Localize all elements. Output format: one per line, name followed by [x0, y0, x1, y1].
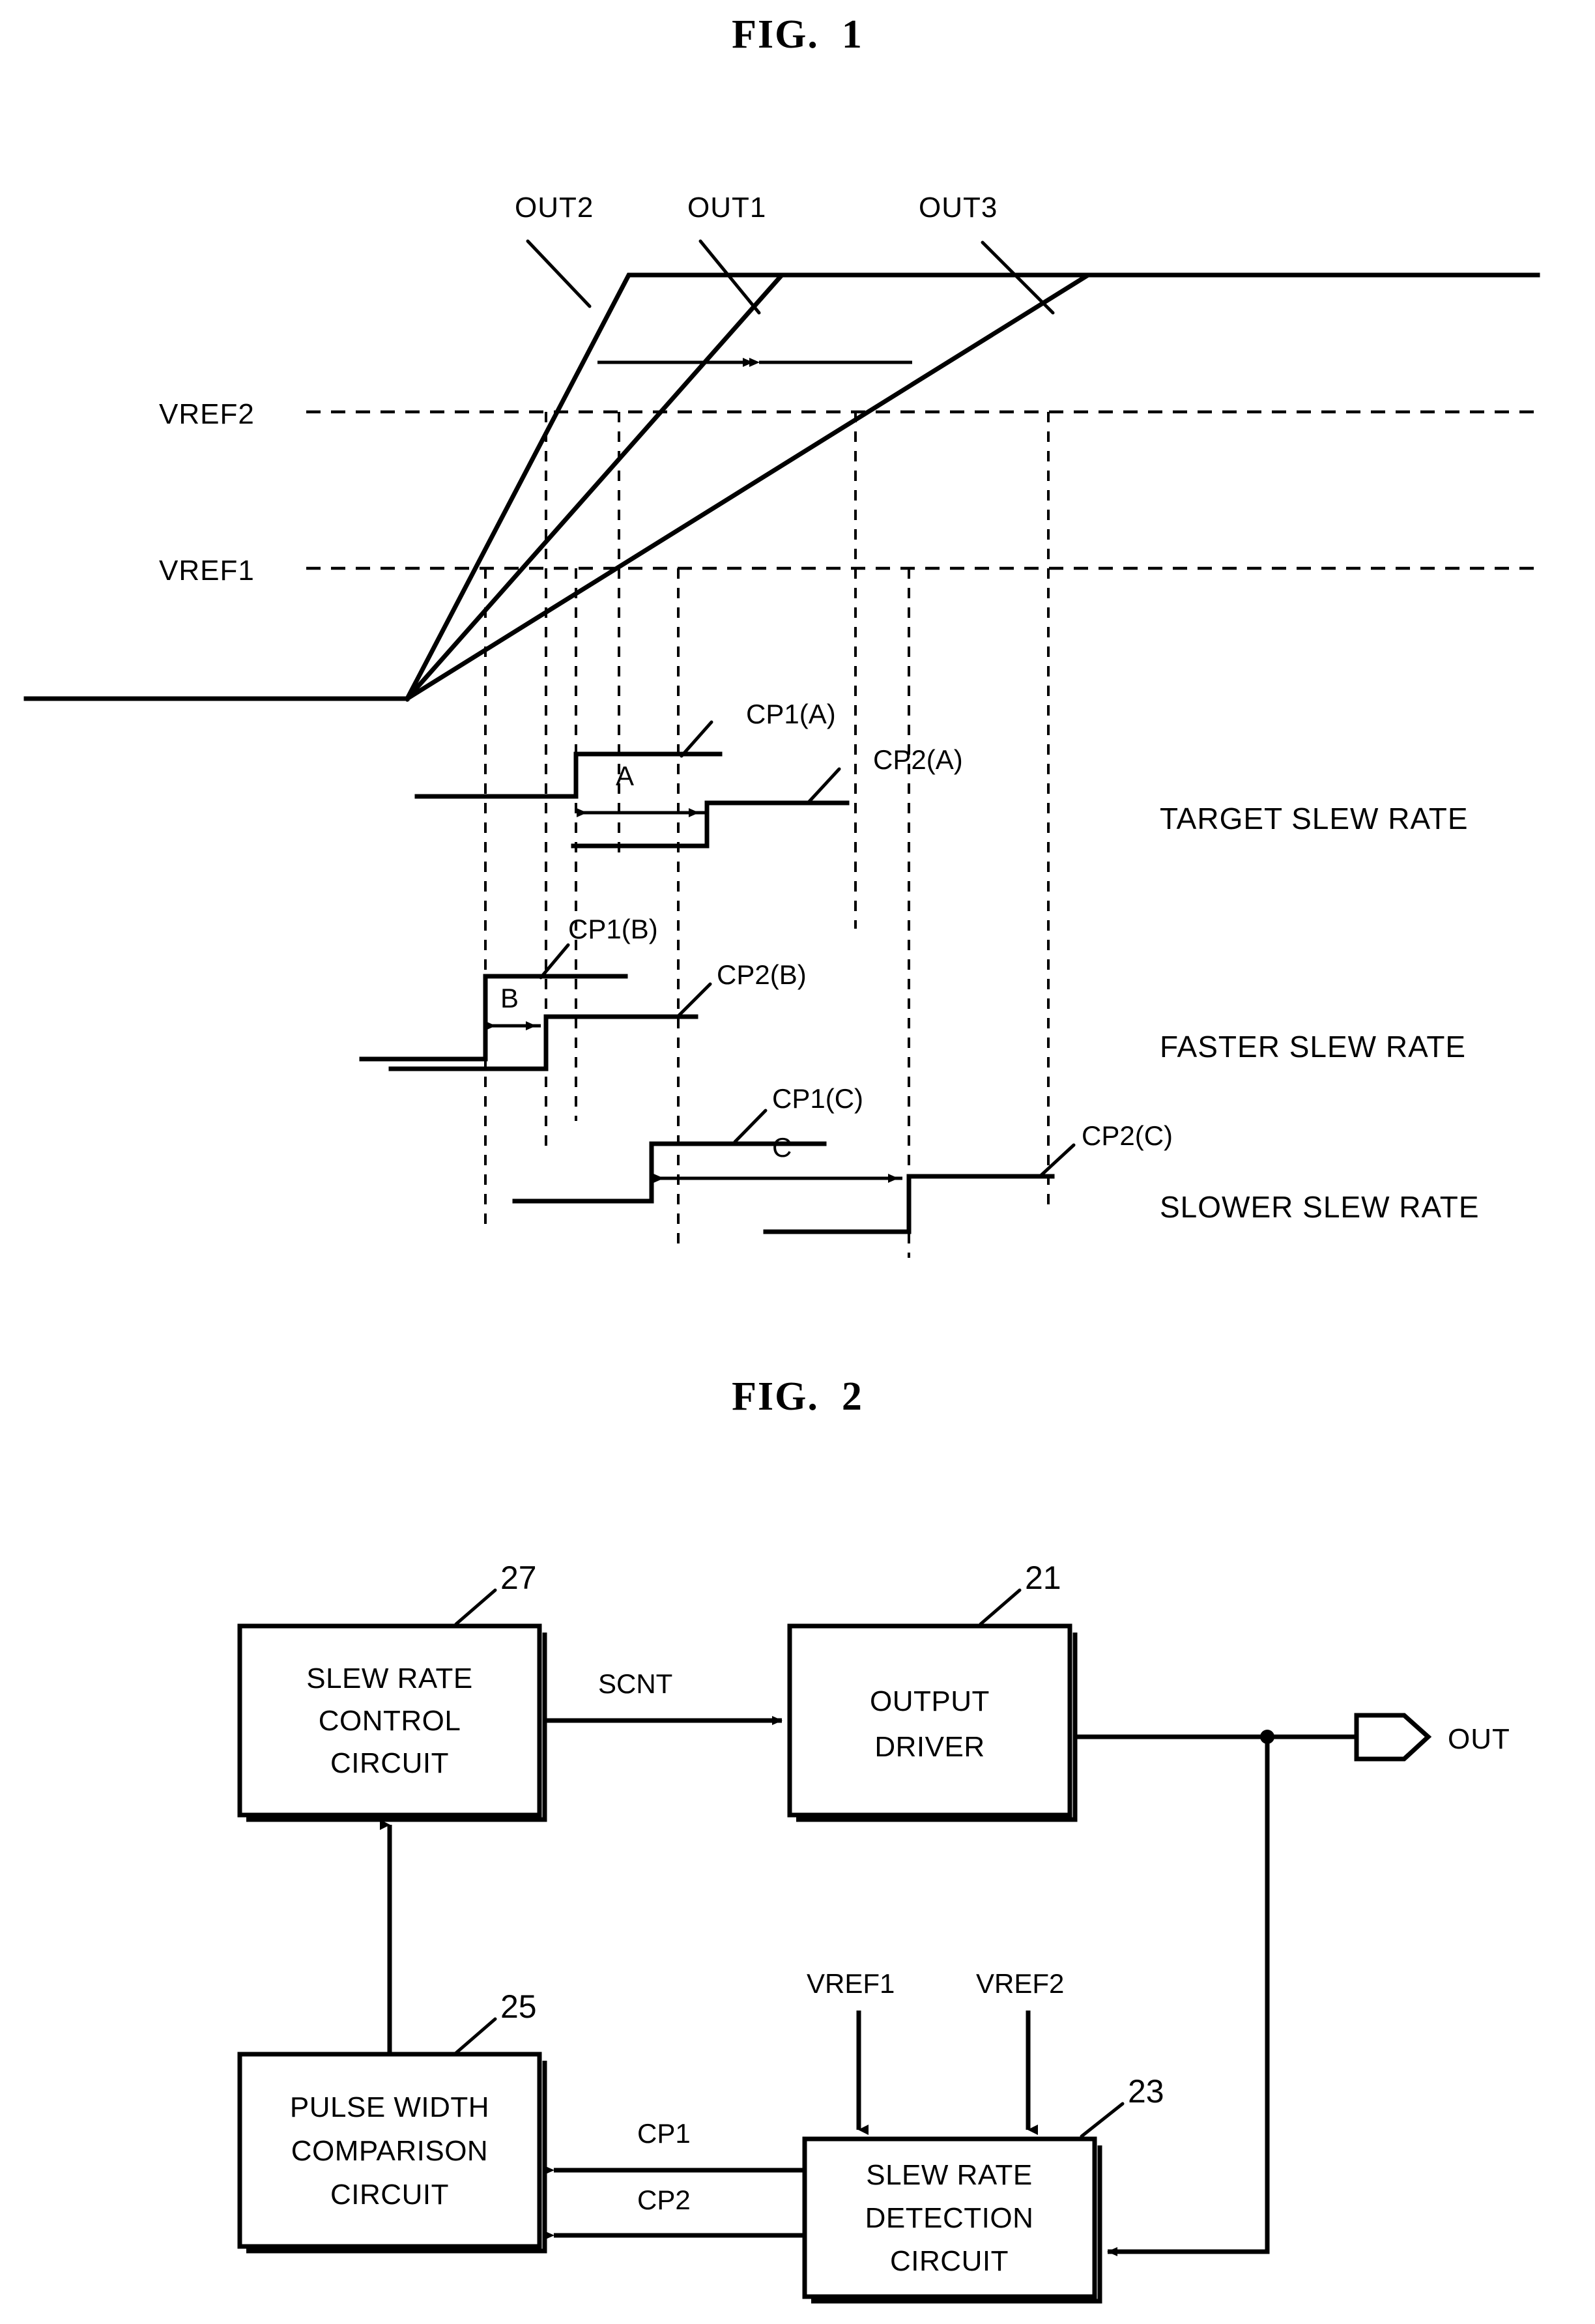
block-21-line-1: OUTPUT: [870, 1685, 990, 1717]
block-23-line-2: DETECTION: [865, 2202, 1034, 2234]
block-output-driver[interactable]: [787, 1623, 1072, 1818]
connector-output-feedback: [1107, 1737, 1270, 2256]
output-pin-label: OUT: [1448, 1723, 1510, 1755]
leader-ref-21: [979, 1588, 1022, 1626]
row-label-target-slew-rate: TARGET SLEW RATE: [1160, 802, 1469, 835]
reference-numeral-23: 23: [1128, 2073, 1164, 2110]
block-21-shadow: [796, 1633, 1078, 1822]
leader-ref-23: [1080, 2102, 1125, 2138]
signal-label-scnt: SCNT: [598, 1668, 672, 1699]
threshold-label-vref1: VREF1: [159, 555, 255, 587]
pulse-label-cp1-a: CP1(A): [746, 699, 836, 729]
leader-cp1-a: [680, 720, 713, 758]
block-23-line-1: SLEW RATE: [866, 2159, 1033, 2191]
reference-numeral-21: 21: [1025, 1560, 1061, 1596]
row-label-faster-slew-rate: FASTER SLEW RATE: [1160, 1030, 1466, 1064]
interval-label-b: B: [500, 983, 519, 1013]
patent-figures-canvas: OUT2 OUT1 OUT3 VREF2 VREF1 CP1(A) CP2(A)…: [23, 192, 1540, 2304]
reference-numeral-27: 27: [500, 1560, 537, 1596]
pulse-label-cp2-a: CP2(A): [873, 744, 963, 775]
input-label-vref1: VREF1: [807, 1968, 895, 1999]
signal-label-cp1: CP1: [637, 2118, 691, 2149]
pulse-cp1-a: [414, 751, 723, 799]
leader-cp2-a: [806, 767, 841, 805]
figure-1-group: OUT2 OUT1 OUT3 VREF2 VREF1 CP1(A) CP2(A)…: [23, 192, 1540, 1258]
waveform-label-out2: OUT2: [515, 192, 594, 224]
reference-numeral-25: 25: [500, 1988, 537, 2025]
leader-out2: [526, 239, 592, 308]
block-27-line-1: SLEW RATE: [306, 1663, 473, 1694]
waveform-label-out1: OUT1: [687, 192, 766, 224]
pulse-cp2-a: [571, 800, 850, 849]
leader-cp1-c: [733, 1109, 768, 1144]
leader-ref-25: [454, 2017, 497, 2055]
block-27-line-3: CIRCUIT: [330, 1747, 449, 1779]
leader-out3: [981, 240, 1055, 315]
output-pin-icon: [1354, 1713, 1432, 1762]
block-25-line-3: CIRCUIT: [330, 2179, 449, 2211]
block-25-line-1: PULSE WIDTH: [290, 2091, 489, 2123]
threshold-label-vref2: VREF2: [159, 398, 255, 430]
block-23-line-3: CIRCUIT: [890, 2245, 1009, 2277]
interval-label-a: A: [616, 761, 634, 791]
pulse-label-cp1-c: CP1(C): [772, 1083, 863, 1114]
row-label-slower-slew-rate: SLOWER SLEW RATE: [1160, 1190, 1480, 1224]
block-21-line-2: DRIVER: [874, 1731, 984, 1763]
leader-cp2-c: [1037, 1143, 1076, 1179]
waveform-label-out3: OUT3: [919, 192, 998, 224]
input-label-vref2: VREF2: [976, 1968, 1064, 1999]
signal-label-cp2: CP2: [637, 2185, 691, 2215]
figure-2-group: SLEW RATE CONTROL CIRCUIT 27 OUTPUT DRIV…: [237, 1560, 1510, 2304]
leader-ref-27: [454, 1588, 497, 1626]
interval-label-c: C: [772, 1132, 792, 1163]
pulse-label-cp1-b: CP1(B): [568, 914, 658, 944]
pulse-label-cp2-c: CP2(C): [1082, 1120, 1173, 1151]
leader-cp2-b: [676, 982, 712, 1019]
block-27-line-2: CONTROL: [319, 1705, 461, 1737]
pulse-label-cp2-b: CP2(B): [717, 959, 807, 990]
pulse-cp2-c: [763, 1174, 1055, 1234]
block-25-line-2: COMPARISON: [291, 2135, 488, 2167]
